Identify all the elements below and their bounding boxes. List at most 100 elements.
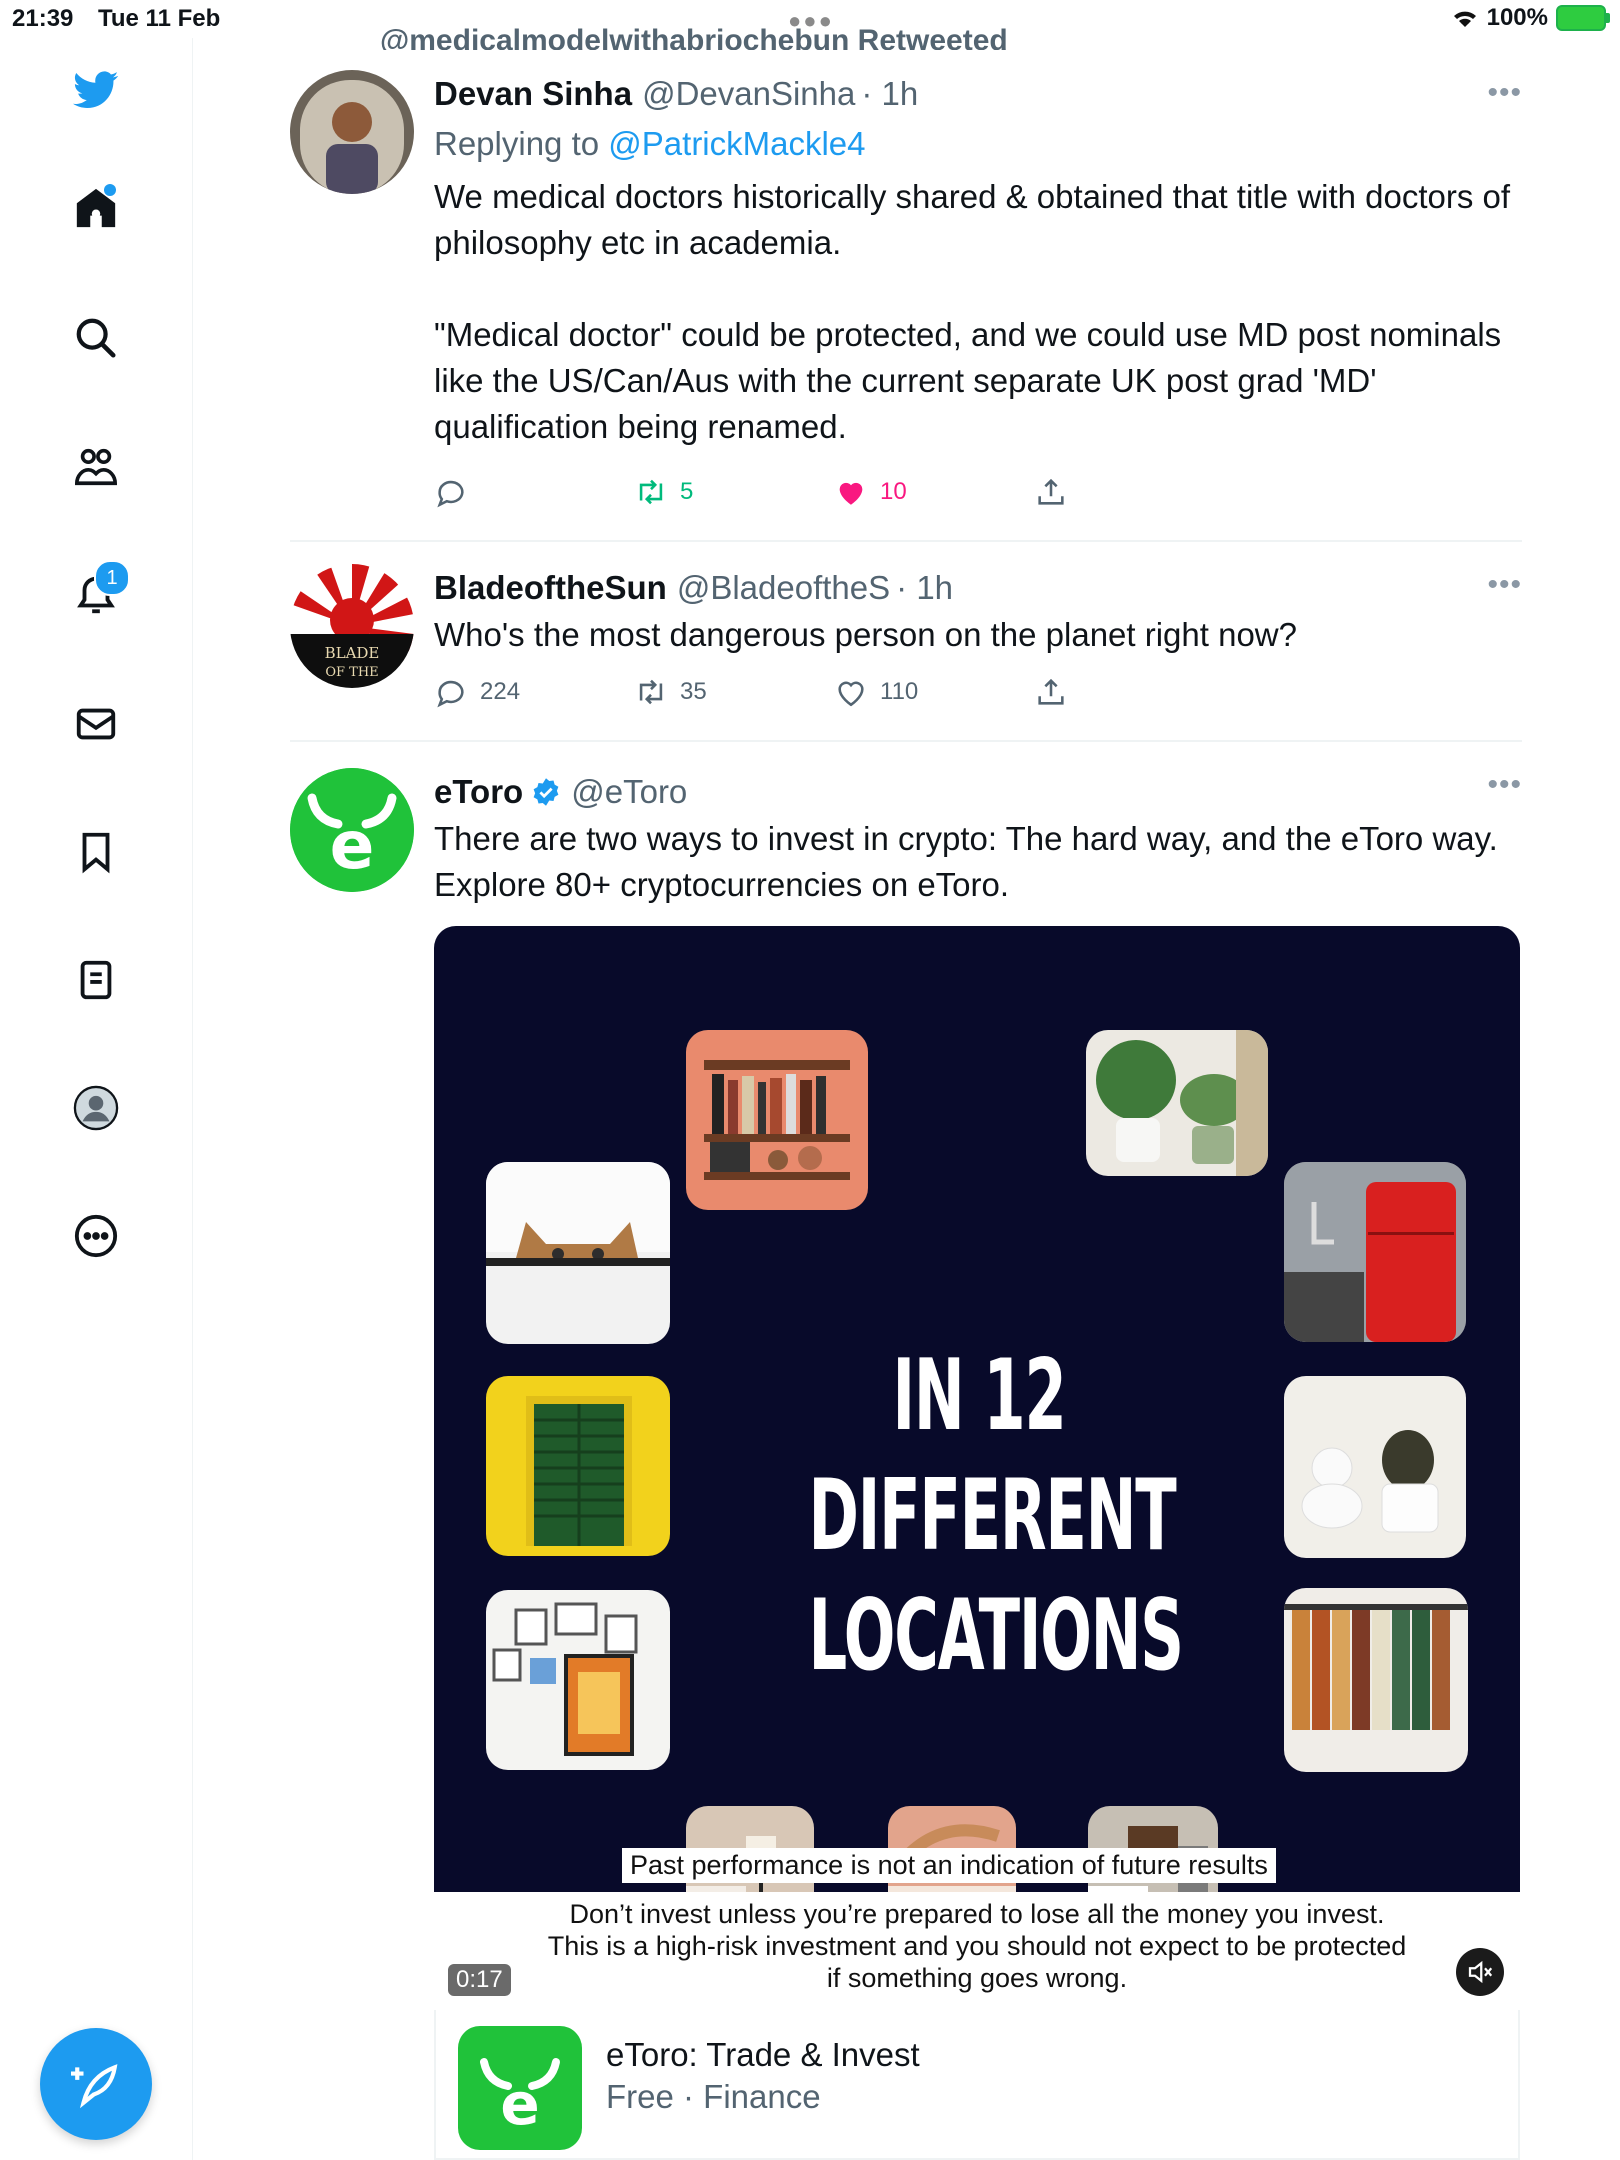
avatar-text: BLADE [325,644,380,662]
like-count: 110 [880,678,919,705]
more-options-icon[interactable] [68,1208,124,1264]
bookmarks-icon[interactable] [68,824,124,880]
reply-button[interactable]: 224 [434,675,634,709]
like-button[interactable]: 10 [834,475,1034,509]
profile-avatar-icon[interactable] [68,1080,124,1136]
retweet-button[interactable]: 35 [634,675,834,709]
sidebar-nav: 1 [0,38,193,2160]
app-icon-text: e [500,2070,539,2138]
status-time: 21:39 [12,5,74,32]
reply-button[interactable] [434,475,634,509]
avatar[interactable] [290,70,414,194]
lists-icon[interactable] [68,952,124,1008]
home-icon[interactable] [68,180,124,236]
tweet[interactable]: Devan Sinha @DevanSinha · 1h Replying to… [290,38,1522,542]
share-button[interactable] [1034,675,1234,709]
avatar[interactable]: BLADE OF THE [290,564,414,688]
video-duration: 0:17 [448,1964,511,1996]
tweet-time[interactable]: · 1h [861,75,918,113]
mute-toggle-button[interactable] [1456,1948,1504,1996]
avatar[interactable]: e [290,768,414,892]
home-new-dot [104,184,116,196]
like-button[interactable]: 110 [834,675,1034,709]
app-icon: e [458,2026,582,2150]
compose-feather-icon [71,2064,118,2109]
app-subtitle: Free · Finance [606,2078,821,2115]
compose-tweet-button[interactable] [40,2028,152,2140]
author-handle[interactable]: @DevanSinha [642,75,855,113]
buddha-thumbnail [1284,1376,1466,1558]
tweet-text: There are two ways to invest in crypto: … [434,820,1508,903]
author-handle[interactable]: @BladeoftheS [677,569,890,607]
battery-icon [1556,5,1610,31]
timeline-feed: @medicalmodelwithabriochebun Retweeted D… [290,24,1522,2160]
messages-icon[interactable] [68,696,124,752]
app-title[interactable]: eToro: Trade & Invest [606,2036,920,2074]
tweet-text: Who's the most dangerous person on the p… [434,616,1297,653]
tweet-more-icon[interactable]: ••• [1487,76,1522,110]
avatar-text: OF THE [325,665,378,680]
clothes-rack-thumbnail [1284,1588,1468,1772]
wifi-icon [1453,11,1476,27]
avatar-text: e [330,807,375,884]
status-right: 100% [1451,4,1610,32]
replying-prefix: Replying to [434,125,600,162]
tweet-header: BladeoftheSun @BladeoftheS · 1h [434,564,1522,612]
heart-icon [838,681,864,707]
share-icon [1038,478,1064,505]
tweet-header: eToro @eToro [434,768,1522,816]
reply-icon [437,680,464,708]
notification-count-badge: 1 [94,560,130,596]
retweet-icon [639,479,663,505]
battery-percent: 100% [1486,4,1548,31]
disclaimer-line: This is a high-risk investment and you s… [547,1931,1407,1961]
reply-count: 224 [480,678,521,705]
communities-icon[interactable] [68,438,124,494]
like-count: 10 [880,478,907,505]
verified-badge-icon [533,778,559,806]
replying-to-link[interactable]: @PatrickMackle4 [608,125,865,162]
replying-to: Replying to @PatrickMackle4 [434,118,1522,170]
retweet-button[interactable]: 5 [634,475,834,509]
kitchen-thumbnail [1284,1162,1466,1342]
author-name[interactable]: Devan Sinha [434,75,632,113]
video-headline-line1: IN 12 DIFFERENT [808,1339,1177,1573]
disclaimer-line: Don’t invest unless you’re prepared to l… [569,1899,1385,1929]
tweet-time[interactable]: · 1h [896,569,953,607]
risk-disclaimer: Don’t invest unless you’re prepared to l… [434,1892,1520,2010]
tweet-header: Devan Sinha @DevanSinha · 1h [434,70,1522,118]
bookshelf-thumbnail [686,1030,868,1210]
tweet-actions: 5 10 [434,462,1522,522]
cat-thumbnail [486,1162,670,1344]
video-headline: IN 12 DIFFERENT LOCATIONS [808,1336,1184,1696]
reply-icon [437,480,464,508]
author-name[interactable]: BladeoftheSun [434,569,667,607]
speaker-muted-icon [1468,1960,1493,1984]
retweet-icon [639,679,663,705]
search-icon[interactable] [68,310,124,366]
tweet-text: We medical doctors historically shared &… [434,178,1511,445]
video-headline-line2: LOCATIONS [808,1579,1184,1693]
tweet[interactable]: BLADE OF THE BladeoftheSun @BladeoftheS ·… [290,542,1522,742]
plants-thumbnail [1086,1030,1268,1176]
tweet-more-icon[interactable]: ••• [1487,768,1522,802]
heart-filled-icon [839,482,863,505]
green-shutter-thumbnail [486,1376,670,1556]
app-install-card[interactable]: e eToro: Trade & Invest Free · Finance [434,2010,1520,2160]
past-performance-notice: Past performance is not an indication of… [622,1848,1276,1883]
share-button[interactable] [1034,475,1234,509]
author-name[interactable]: eToro [434,773,523,811]
tweet-more-icon[interactable]: ••• [1487,568,1522,602]
disclaimer-line: if something goes wrong. [826,1963,1128,1993]
tweet-actions: 224 35 110 [434,662,1522,722]
status-date: Tue 11 Feb [98,5,221,32]
author-handle[interactable]: @eToro [571,773,687,811]
twitter-logo-icon[interactable] [68,62,124,118]
retweet-count: 5 [680,478,694,505]
retweet-count: 35 [680,678,707,705]
promoted-video[interactable]: IN 12 DIFFERENT LOCATIONS Past performan… [434,926,1520,2010]
notifications-bell-icon[interactable]: 1 [68,560,130,622]
frames-thumbnail [486,1590,670,1770]
tweet-promoted[interactable]: e eToro @eToro There are two ways to inv… [290,742,1522,2160]
share-icon [1038,678,1064,705]
